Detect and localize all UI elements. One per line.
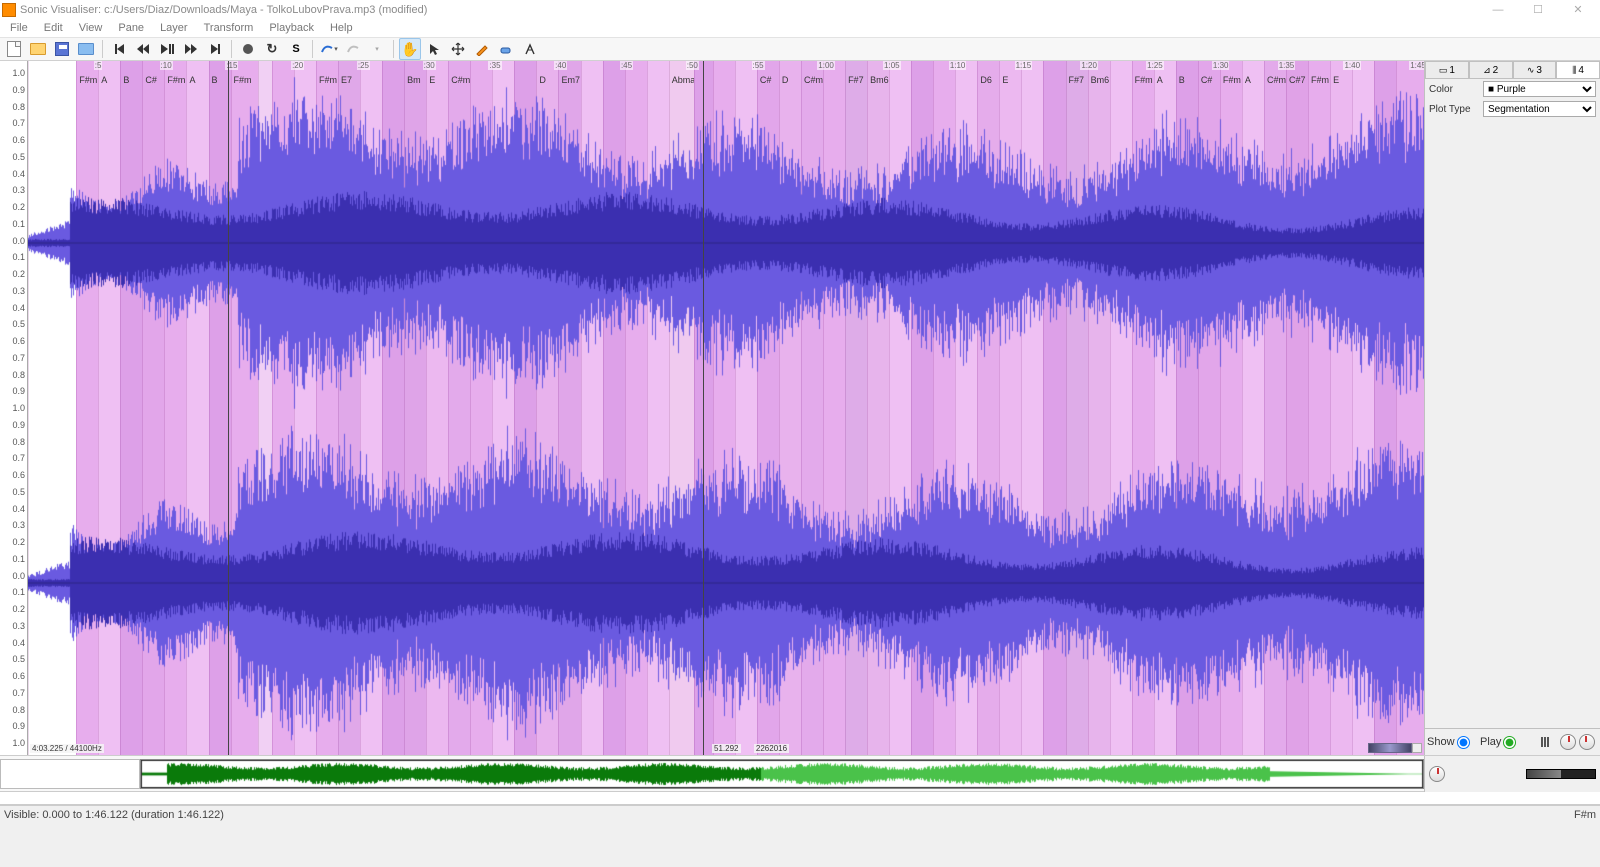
footer-spacer [0, 791, 1600, 805]
playhead-inner[interactable] [228, 61, 229, 755]
overview-waveform[interactable] [140, 759, 1424, 789]
menu-help[interactable]: Help [322, 22, 361, 34]
window-title: Sonic Visualiser: c:/Users/Diaz/Download… [20, 4, 427, 16]
waveform-channel-2 [28, 413, 1424, 753]
layer-tabs: ▭ 1⊿ 2∿ 3⫼ 4 [1425, 61, 1600, 79]
menu-pane[interactable]: Pane [110, 22, 152, 34]
status-chord: F#m [1574, 809, 1596, 821]
menu-view[interactable]: View [71, 22, 111, 34]
layer-tab-3[interactable]: ∿ 3 [1513, 61, 1557, 78]
play-pause-button[interactable] [156, 38, 178, 60]
status-visible-range: Visible: 0.000 to 1:46.122 (duration 1:4… [4, 809, 224, 821]
align-button[interactable] [342, 38, 364, 60]
settings-dropdown[interactable]: ▾ [366, 38, 388, 60]
level-meter [1526, 769, 1596, 779]
menu-transform[interactable]: Transform [196, 22, 262, 34]
rewind-start-button[interactable] [108, 38, 130, 60]
info-frame: 2262016 [754, 744, 789, 753]
menu-bar: FileEditViewPaneLayerTransformPlaybackHe… [0, 19, 1600, 37]
measure-tool[interactable] [519, 38, 541, 60]
zoom-wheel[interactable] [1368, 743, 1422, 753]
solo-toggle[interactable]: S [285, 38, 307, 60]
constrain-playback-toggle[interactable]: ▾ [318, 38, 340, 60]
info-rate: 4:03.225 / 44100Hz [30, 744, 104, 753]
layer-tab-1[interactable]: ▭ 1 [1425, 61, 1469, 78]
menu-playback[interactable]: Playback [261, 22, 322, 34]
status-bar: Visible: 0.000 to 1:46.122 (duration 1:4… [0, 805, 1600, 824]
draw-tool[interactable] [471, 38, 493, 60]
select-tool[interactable] [423, 38, 445, 60]
title-bar: Sonic Visualiser: c:/Users/Diaz/Download… [0, 0, 1600, 19]
layer-property-panel: ▭ 1⊿ 2∿ 3⫼ 4 Color ■ Purple Plot Type Se… [1424, 61, 1600, 755]
plot-type-select[interactable]: Segmentation [1483, 101, 1596, 117]
erase-tool[interactable] [495, 38, 517, 60]
play-toggle[interactable]: Play [1480, 736, 1530, 749]
record-button[interactable] [237, 38, 259, 60]
close-button[interactable]: ✕ [1558, 0, 1598, 19]
menu-file[interactable]: File [2, 22, 36, 34]
loop-toggle[interactable]: ↻ [261, 38, 283, 60]
layer-tab-4[interactable]: ⫼ 4 [1556, 61, 1600, 78]
import-audio-button[interactable] [75, 38, 97, 60]
overview-bar [0, 755, 1600, 791]
rewind-button[interactable] [132, 38, 154, 60]
waveform-pane[interactable]: F#mABC#F#mABF#mF#mE7BmEC#mDEm7Abmaj7C#DC… [28, 61, 1424, 755]
y-axis: 1.00.90.80.70.60.50.40.30.20.10.00.10.20… [0, 61, 28, 755]
color-select[interactable]: ■ Purple [1483, 81, 1596, 97]
menu-edit[interactable]: Edit [36, 22, 71, 34]
toolbar: ↻ S ▾ ▾ ✋ [0, 37, 1600, 61]
open-button[interactable] [27, 38, 49, 60]
navigate-tool[interactable]: ✋ [399, 38, 421, 60]
minimize-button[interactable]: — [1478, 0, 1518, 19]
new-session-button[interactable] [3, 38, 25, 60]
pan-dial[interactable] [1579, 734, 1595, 750]
show-toggle[interactable]: Show [1427, 736, 1477, 749]
move-tool[interactable] [447, 38, 469, 60]
color-label: Color [1429, 84, 1479, 95]
app-icon [2, 3, 16, 17]
main-area: 1.00.90.80.70.60.50.40.30.20.10.00.10.20… [0, 61, 1600, 755]
playback-params-button[interactable] [1534, 731, 1556, 753]
layer-tab-2[interactable]: ⊿ 2 [1469, 61, 1513, 78]
overview-pre [0, 759, 140, 789]
menu-layer[interactable]: Layer [152, 22, 196, 34]
save-button[interactable] [51, 38, 73, 60]
fast-forward-button[interactable] [180, 38, 202, 60]
forward-end-button[interactable] [204, 38, 226, 60]
speed-dial[interactable] [1429, 766, 1445, 782]
info-time: 51.292 [712, 744, 740, 753]
gain-dial[interactable] [1560, 734, 1576, 750]
maximize-button[interactable]: ☐ [1518, 0, 1558, 19]
playhead-centre[interactable] [703, 61, 704, 755]
plot-type-label: Plot Type [1429, 104, 1479, 115]
waveform-channel-1 [28, 73, 1424, 413]
